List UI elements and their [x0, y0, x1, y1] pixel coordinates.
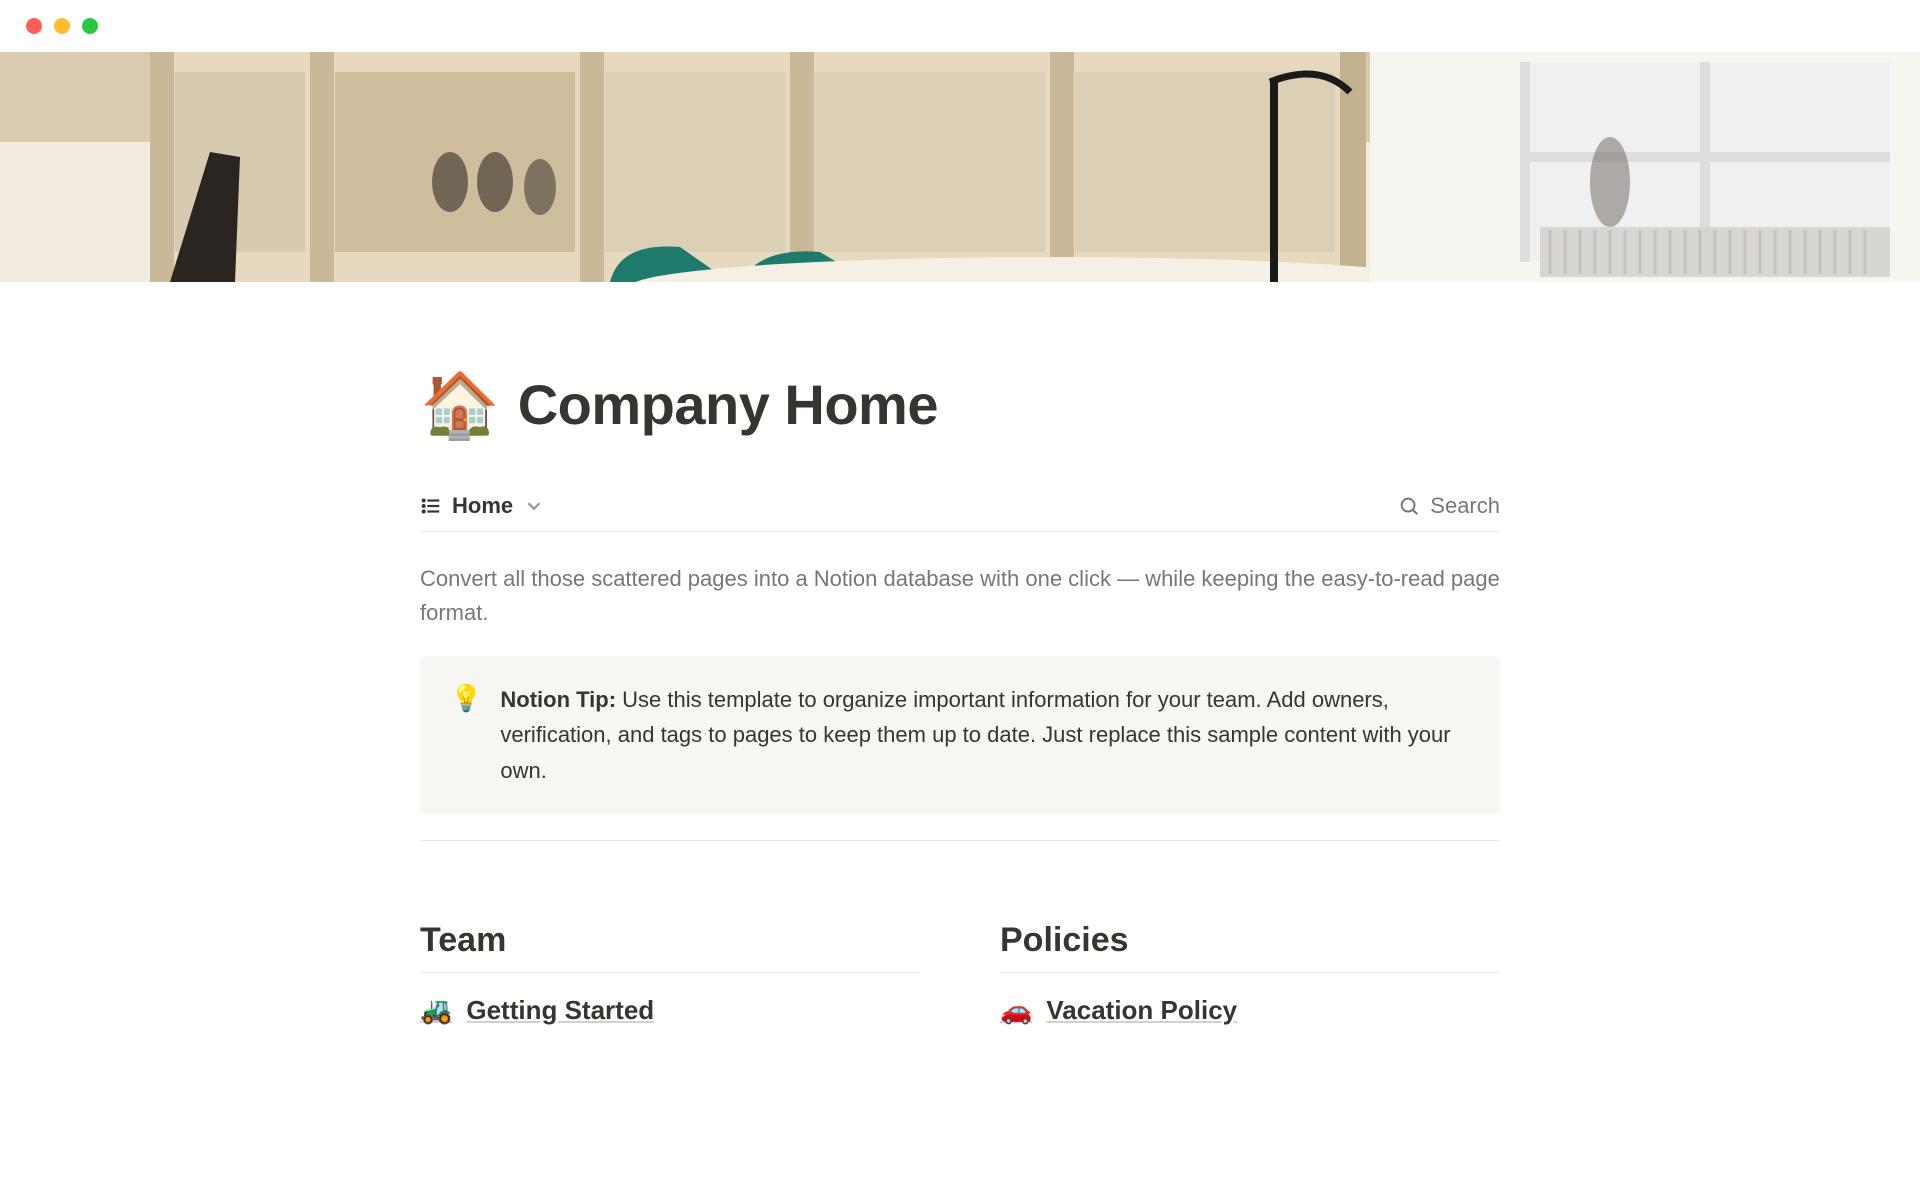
- lightbulb-icon: 💡: [450, 682, 482, 788]
- page-link-getting-started[interactable]: 🚜 Getting Started: [420, 995, 920, 1026]
- search-icon: [1398, 495, 1420, 517]
- callout-block[interactable]: 💡 Notion Tip: Use this template to organ…: [420, 656, 1500, 814]
- minimize-window-button[interactable]: [54, 18, 70, 34]
- callout-label: Notion Tip:: [500, 687, 616, 712]
- section-title-policies[interactable]: Policies: [1000, 921, 1500, 973]
- page-cover-image[interactable]: [0, 52, 1920, 282]
- close-window-button[interactable]: [26, 18, 42, 34]
- page-emoji[interactable]: 🏠: [420, 373, 500, 437]
- page-link-label: Vacation Policy: [1046, 995, 1237, 1026]
- page-link-vacation-policy[interactable]: 🚗 Vacation Policy: [1000, 995, 1500, 1026]
- window-titlebar: [0, 0, 1920, 52]
- divider: [420, 840, 1500, 841]
- callout-body: Use this template to organize important …: [500, 687, 1450, 782]
- view-name: Home: [452, 493, 513, 519]
- search-label: Search: [1430, 493, 1500, 519]
- car-icon: 🚗: [1000, 995, 1032, 1026]
- maximize-window-button[interactable]: [82, 18, 98, 34]
- tractor-icon: 🚜: [420, 995, 452, 1026]
- section-title-team[interactable]: Team: [420, 921, 920, 973]
- list-icon: [420, 495, 442, 517]
- view-tab-home[interactable]: Home: [420, 493, 545, 519]
- page-description[interactable]: Convert all those scattered pages into a…: [420, 562, 1500, 630]
- chevron-down-icon: [523, 495, 545, 517]
- search-button[interactable]: Search: [1398, 493, 1500, 519]
- page-title[interactable]: Company Home: [518, 372, 938, 437]
- callout-text: Notion Tip: Use this template to organiz…: [500, 682, 1470, 788]
- page-link-label: Getting Started: [466, 995, 654, 1026]
